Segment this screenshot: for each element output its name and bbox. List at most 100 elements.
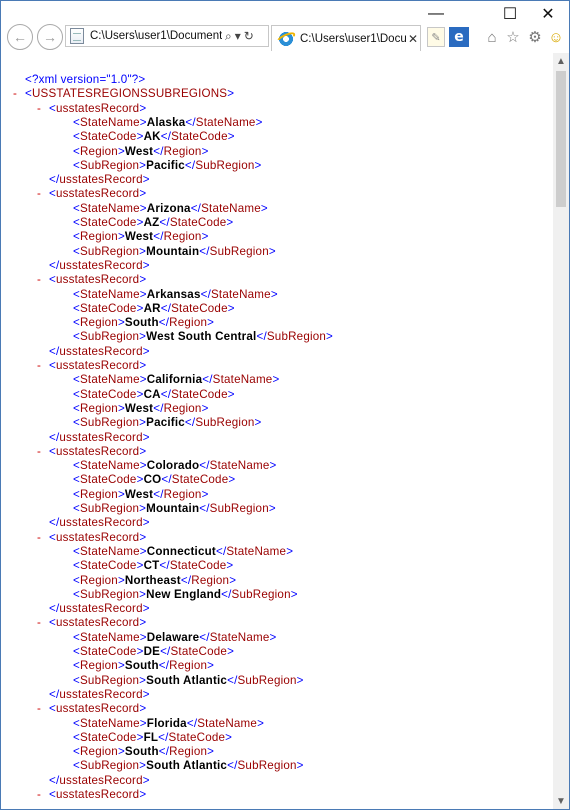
collapse-toggle[interactable]: - [37,788,41,802]
tag-bracket: > [136,216,144,229]
collapse-toggle[interactable]: - [37,702,41,716]
tag-bracket: > [226,559,234,573]
tag-bracket: </ [49,430,60,444]
record-tag-name: usstatesRecord [59,773,143,787]
collapse-toggle[interactable]: - [37,531,41,545]
close-icon: ✕ [541,6,555,23]
tag-bracket: > [227,130,235,144]
xml-declaration-line: <?xml version="1.0"?> [25,73,145,87]
tag-bracket: > [142,602,150,616]
collapse-toggle[interactable]: - [37,187,41,201]
element-value: Delaware [146,630,200,644]
collapse-toggle[interactable]: - [37,616,41,630]
collapse-toggle[interactable]: - [37,273,41,287]
element-tag-name: Region [169,316,208,330]
tag-bracket: < [73,201,80,215]
collapse-toggle[interactable]: - [37,359,41,373]
tag-bracket: > [136,130,144,144]
element-tag-name: StateName [226,544,287,558]
home-button[interactable]: ⌂ [482,27,502,47]
close-tab-icon[interactable]: ✕ [408,32,418,46]
tag-bracket: > [229,573,237,587]
close-window-button[interactable]: ✕ [529,1,567,27]
tag-bracket: </ [160,130,172,144]
tag-bracket: < [49,187,56,201]
browser-chrome: — ☐ ✕ ← → C:\Users\user1\Documents\ ⌕ ▾ … [1,1,569,53]
scroll-up-icon[interactable]: ▲ [553,53,569,69]
tag-bracket: > [257,716,265,730]
tab-document[interactable]: C:\Users\user1\Docum... ✕ [271,25,421,51]
xml-element-line: <StateName>Arizona</StateName> [73,202,268,216]
scrollbar-thumb[interactable] [556,71,566,207]
element-value: AK [143,130,161,144]
tag-bracket: </ [49,173,60,187]
record-close-line: </usstatesRecord> [49,774,150,788]
element-tag-name: Region [79,316,118,330]
tag-bracket: < [73,216,80,229]
new-tab-icon: ✎ [431,31,441,44]
scroll-down-icon[interactable]: ▼ [553,793,569,809]
element-tag-name: SubRegion [195,416,255,430]
address-url[interactable]: C:\Users\user1\Documents\ [90,30,222,42]
collapse-toggle[interactable]: - [37,102,41,116]
forward-button[interactable]: → [37,24,63,50]
xml-element-line: <Region>South</Region> [73,316,214,330]
element-tag-name: Region [79,230,118,244]
xml-element-line: <StateName>Florida</StateName> [73,717,264,731]
tag-bracket: < [73,645,80,658]
tag-bracket: > [201,487,209,501]
element-tag-name: Region [79,745,118,759]
element-value: Florida [146,716,187,730]
search-icon[interactable]: ⌕ [225,29,232,44]
favorites-button[interactable]: ☆ [503,27,523,47]
minimize-button[interactable]: — [417,1,455,27]
tag-bracket: < [73,730,80,744]
record-open-line: <usstatesRecord> [49,616,146,630]
element-value: AZ [143,216,160,229]
settings-button[interactable]: ⚙ [525,27,545,47]
tag-bracket: > [255,115,263,129]
tag-bracket: > [117,401,125,415]
element-tag-name: SubRegion [79,673,140,687]
tag-bracket: </ [199,630,210,644]
collapse-toggle[interactable]: - [37,445,41,459]
tag-bracket: > [228,473,236,487]
tag-bracket: </ [199,502,210,515]
element-tag-name: SubRegion [231,587,291,601]
tag-bracket: > [139,373,147,387]
record-open-line: <usstatesRecord> [49,445,146,459]
tag-bracket: < [73,630,80,644]
element-tag-name: StateName [79,287,140,301]
element-tag-name: SubRegion [79,330,140,344]
tag-bracket: < [73,745,80,759]
tag-bracket: < [73,144,80,158]
refresh-icon[interactable]: ↻ [244,29,254,43]
element-tag-name: SubRegion [195,158,255,172]
chevron-down-icon[interactable]: ▾ [235,29,241,43]
new-tab-button[interactable]: ✎ [427,27,445,47]
collapse-toggle[interactable]: - [13,87,17,101]
feedback-button[interactable]: ☺ [546,27,566,47]
vertical-scrollbar[interactable]: ▲ ▼ [553,53,569,809]
tag-bracket: </ [256,330,267,344]
tag-bracket: </ [202,373,213,387]
xml-element-line: <SubRegion>South Atlantic</SubRegion> [73,674,304,688]
element-tag-name: StateCode [171,387,228,401]
tag-bracket: < [73,401,80,415]
maximize-button[interactable]: ☐ [491,1,529,27]
tag-bracket: < [73,559,80,573]
xml-element-line: <StateName>Connecticut</StateName> [73,545,293,559]
xml-element-line: <Region>West</Region> [73,488,209,502]
element-value: Northeast [124,573,181,587]
tag-bracket: < [73,659,80,673]
address-bar[interactable]: C:\Users\user1\Documents\ ⌕ ▾ ↻ [65,25,269,47]
tag-bracket: > [225,730,233,744]
element-tag-name: Region [79,487,118,501]
element-tag-name: Region [79,573,118,587]
tag-bracket: > [142,344,150,358]
tag-bracket: < [73,158,80,172]
tag-bracket: < [73,115,80,129]
tag-bracket: > [139,287,147,301]
edge-icon[interactable]: e [449,27,469,47]
back-button[interactable]: ← [7,24,33,50]
